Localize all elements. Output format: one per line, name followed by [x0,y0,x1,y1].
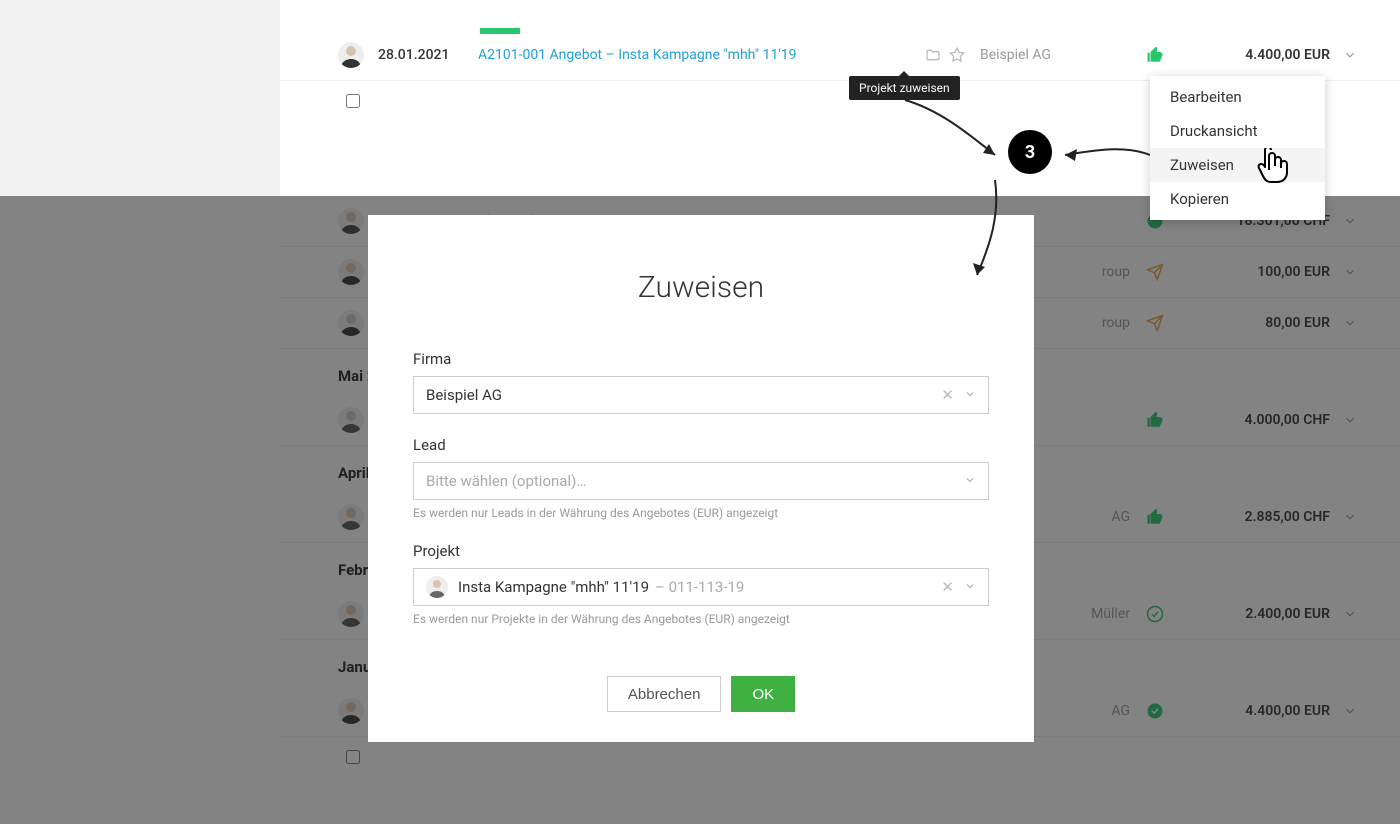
projekt-id: – 011-113-19 [655,578,744,596]
ok-button[interactable]: OK [731,676,795,712]
row-dropdown-menu: Bearbeiten Druckansicht Zuweisen Kopiere… [1150,76,1325,220]
star-icon[interactable] [948,47,966,63]
sidebar [0,0,280,196]
clear-icon[interactable]: ✕ [941,578,954,596]
date-cell: 28.01.2021 [378,47,478,63]
company-cell: Beispiel AG [980,47,1130,63]
lead-label: Lead [413,436,989,454]
offer-title-link[interactable]: A2101-001 Angebot – Insta Kampagne "mhh"… [478,47,918,63]
lead-select[interactable]: Bitte wählen (optional)… [413,462,989,500]
step-badge: 3 [1008,130,1052,174]
dropdown-item-druckansicht[interactable]: Druckansicht [1150,114,1325,148]
avatar [426,576,448,598]
clear-icon[interactable]: ✕ [941,386,954,404]
modal-title: Zuweisen [368,270,1034,305]
cancel-button[interactable]: Abbrechen [607,676,722,712]
projekt-value: Insta Kampagne "mhh" 11'19 [458,578,649,596]
chevron-down-icon[interactable] [964,386,976,404]
projekt-hint: Es werden nur Projekte in der Währung de… [413,612,989,626]
dropdown-item-kopieren[interactable]: Kopieren [1150,182,1325,216]
row-menu-toggle[interactable] [1330,48,1370,62]
chevron-down-icon[interactable] [964,578,976,596]
dropdown-item-bearbeiten[interactable]: Bearbeiten [1150,80,1325,114]
amount-cell: 4.400,00 EUR [1180,47,1330,63]
folder-icon[interactable] [924,47,942,63]
chevron-down-icon[interactable] [964,472,976,490]
lead-placeholder: Bitte wählen (optional)… [426,472,964,490]
dropdown-item-zuweisen[interactable]: Zuweisen [1150,148,1325,182]
status-badge [480,28,520,34]
firma-label: Firma [413,350,989,368]
zuweisen-modal: Zuweisen Firma Beispiel AG ✕ Lead Bitte … [368,215,1034,742]
firma-value: Beispiel AG [426,386,941,404]
table-row[interactable]: 28.01.2021 A2101-001 Angebot – Insta Kam… [280,30,1400,81]
projekt-select[interactable]: Insta Kampagne "mhh" 11'19 – 011-113-19 … [413,568,989,606]
lead-hint: Es werden nur Leads in der Währung des A… [413,506,989,520]
tooltip-projekt-zuweisen: Projekt zuweisen [849,76,960,100]
row-checkbox[interactable] [346,94,360,108]
firma-select[interactable]: Beispiel AG ✕ [413,376,989,414]
projekt-label: Projekt [413,542,989,560]
thumb-up-icon [1130,46,1180,64]
avatar [338,42,364,68]
